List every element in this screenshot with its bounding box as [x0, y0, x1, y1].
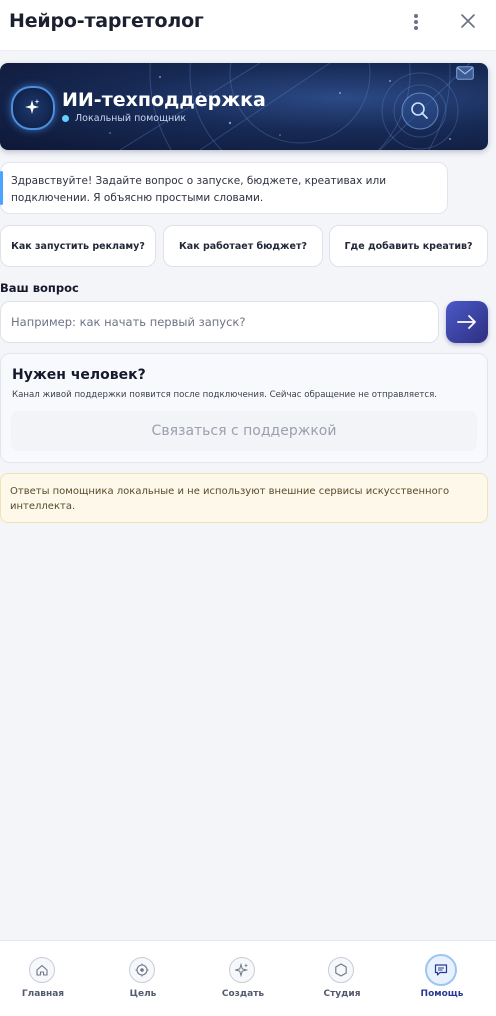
local-assistant-notice: Ответы помощника локальные и не использу…	[0, 473, 488, 523]
human-support-card: Нужен человек? Канал живой поддержки поя…	[0, 353, 488, 463]
kebab-icon[interactable]	[405, 9, 427, 35]
nav-label-help: Помощь	[420, 989, 464, 999]
human-support-subtitle: Канал живой поддержки появится после под…	[12, 390, 438, 400]
support-banner: ИИ-техподдержка Локальный помощник	[0, 63, 488, 150]
question-input[interactable]	[0, 301, 439, 343]
question-label: Ваш вопрос	[0, 281, 79, 295]
bottom-navigation: Главная Цель Создать Студия Помощь	[0, 940, 496, 1016]
suggestion-chip-launch[interactable]: Как запустить рекламу?	[0, 225, 156, 267]
banner-title: ИИ-техподдержка	[62, 89, 266, 111]
sparkle-icon	[229, 957, 255, 983]
nav-label-studio: Студия	[323, 989, 361, 999]
suggestion-chip-budget[interactable]: Как работает бюджет?	[163, 225, 323, 267]
target-icon	[129, 957, 155, 983]
suggestion-chip-creative[interactable]: Где добавить креатив?	[329, 225, 488, 267]
sparkle-icon	[11, 86, 55, 130]
arrow-right-icon	[457, 315, 476, 329]
nav-item-create[interactable]: Создать	[201, 941, 285, 1016]
home-icon	[29, 957, 55, 983]
greeting-text: Здравствуйте! Задайте вопрос о запуске, …	[11, 175, 387, 204]
app-title: Нейро-таргетолог	[9, 10, 204, 32]
nav-item-studio[interactable]: Студия	[300, 941, 384, 1016]
close-icon[interactable]	[456, 9, 480, 33]
greeting-accent	[0, 171, 3, 205]
nav-label-home: Главная	[21, 989, 65, 999]
nav-label-goal: Цель	[129, 989, 157, 999]
hexagon-icon	[328, 957, 354, 983]
app-header: Нейро-таргетолог	[0, 0, 496, 51]
chat-icon	[425, 954, 457, 986]
human-support-title: Нужен человек?	[12, 367, 146, 383]
status-dot	[62, 115, 69, 122]
assistant-greeting: Здравствуйте! Задайте вопрос о запуске, …	[0, 162, 448, 214]
banner-status-text: Локальный помощник	[75, 113, 187, 124]
nav-item-help[interactable]: Помощь	[400, 941, 484, 1016]
banner-status: Локальный помощник	[62, 113, 186, 124]
nav-item-home[interactable]: Главная	[1, 941, 85, 1016]
mail-icon[interactable]	[456, 66, 474, 80]
send-button[interactable]	[446, 301, 488, 343]
nav-item-goal[interactable]: Цель	[101, 941, 185, 1016]
notice-text: Ответы помощника локальные и не использу…	[10, 486, 450, 512]
nav-label-create: Создать	[221, 989, 265, 999]
contact-support-button[interactable]: Связаться с поддержкой	[11, 411, 477, 451]
